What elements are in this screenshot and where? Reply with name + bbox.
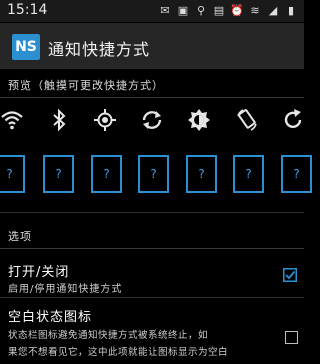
- option-description: 果您不想看见它，这中此项就能让图标显示为空白: [8, 347, 229, 358]
- status-icons: ✉ ▣ ⚲ ▤ ⏰ ≋ ◢ ▮: [158, 4, 298, 18]
- location-icon[interactable]: [93, 108, 117, 132]
- shortcut-icon-row: [0, 108, 304, 138]
- divider: [0, 212, 304, 213]
- bluetooth-icon[interactable]: [47, 108, 71, 132]
- option-description: 启用/停用通知快捷方式: [8, 284, 123, 295]
- shortcut-slot[interactable]: ?: [43, 155, 74, 193]
- shortcut-slot[interactable]: ?: [0, 155, 25, 193]
- app-logo[interactable]: NS: [12, 34, 40, 60]
- alarm-icon: ⏰: [230, 4, 244, 17]
- option-title: 打开/关闭: [8, 265, 70, 280]
- brightness-icon[interactable]: [187, 108, 211, 132]
- app-bar: NS 通知快捷方式: [0, 23, 304, 69]
- usb-icon: ⚲: [196, 4, 206, 17]
- status-bar: 15:14 ✉ ▣ ⚲ ▤ ⏰ ≋ ◢ ▮: [0, 0, 304, 22]
- divider: [0, 297, 304, 298]
- preview-header: 预览（触摸可更改快捷方式）: [8, 79, 164, 92]
- shortcut-slot[interactable]: ?: [91, 155, 122, 193]
- checkbox-checked-icon[interactable]: [283, 268, 297, 282]
- clipboard-icon: ▤: [213, 4, 225, 17]
- wifi-status-icon: ≋: [250, 4, 260, 17]
- signal-icon: ◢: [268, 4, 278, 17]
- options-header: 选项: [8, 230, 32, 243]
- mail-icon: ✉: [160, 4, 170, 17]
- option-description: 状态栏图标避免通知快捷方式被系统终止，如: [8, 330, 209, 341]
- shortcut-slot[interactable]: ?: [233, 155, 264, 193]
- shortcut-slot[interactable]: ?: [138, 155, 169, 193]
- divider: [0, 248, 304, 249]
- sync-icon[interactable]: [140, 108, 164, 132]
- app-title: 通知快捷方式: [48, 40, 151, 59]
- wifi-icon[interactable]: [0, 108, 24, 132]
- divider: [0, 97, 304, 98]
- image-icon: ▣: [177, 4, 189, 17]
- checkbox-unchecked-icon[interactable]: [285, 331, 298, 344]
- option-title: 空白状态图标: [8, 310, 93, 325]
- battery-icon: ▮: [287, 4, 295, 17]
- shortcut-slot[interactable]: ?: [281, 155, 312, 193]
- status-time: 15:14: [7, 2, 48, 18]
- rotate-icon[interactable]: [235, 108, 259, 132]
- shortcut-slot[interactable]: ?: [186, 155, 217, 193]
- refresh-icon[interactable]: [281, 108, 305, 132]
- shortcut-slot-row: ? ? ? ? ? ? ?: [0, 155, 312, 195]
